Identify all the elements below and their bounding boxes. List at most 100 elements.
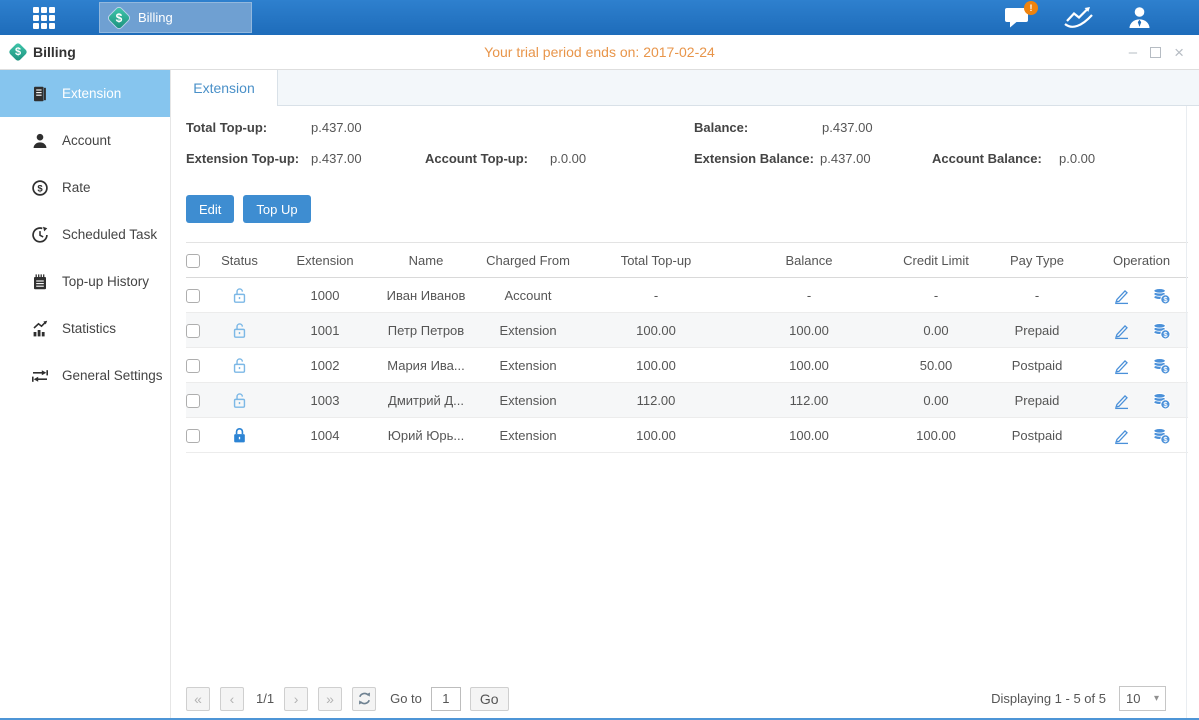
edit-row-icon[interactable] [1112, 391, 1131, 410]
sidebar-item-label: Extension [62, 86, 121, 101]
top-up-button[interactable]: Top Up [243, 195, 310, 223]
top-up-row-icon[interactable]: $ [1151, 286, 1171, 305]
general-settings-icon [31, 367, 49, 385]
reports-chart-icon[interactable] [1063, 5, 1094, 30]
taskbar-tab-label: Billing [138, 10, 173, 25]
extension-topup-label: Extension Top-up: [186, 151, 299, 166]
sidebar: Extension Account $ Rate [0, 70, 171, 718]
refresh-button[interactable] [352, 687, 376, 711]
refresh-icon [356, 690, 373, 707]
status-lock-icon [230, 286, 249, 301]
cell-extension: 1003 [267, 383, 383, 418]
table-row[interactable]: 1000 Иван Иванов Account - - - - [186, 278, 1188, 313]
cell-charged-from: Extension [469, 383, 587, 418]
sidebar-item-topup-history[interactable]: Top-up History [0, 258, 170, 305]
sidebar-item-label: Account [62, 133, 111, 148]
notifications-icon[interactable]: ! [1004, 6, 1031, 29]
cell-name: Мария Ива... [383, 348, 469, 383]
page-indicator: 1/1 [256, 691, 274, 706]
table-row[interactable]: 1001 Петр Петров Extension 100.00 100.00… [186, 313, 1188, 348]
taskbar: $ Billing ! [0, 0, 1199, 35]
top-up-row-icon[interactable]: $ [1151, 321, 1171, 340]
table-header-row: Status Extension Name Charged From Total… [186, 243, 1188, 278]
edit-row-icon[interactable] [1112, 356, 1131, 375]
cell-credit-limit: 0.00 [893, 383, 979, 418]
minimize-icon[interactable]: – [1129, 45, 1137, 60]
edit-row-icon[interactable] [1112, 321, 1131, 340]
next-page-button[interactable]: › [284, 687, 308, 711]
pagination-bar: « ‹ 1/1 › » Go to Go Displaying [186, 686, 1166, 711]
sidebar-item-label: General Settings [62, 368, 163, 383]
table-row[interactable]: 1002 Мария Ива... Extension 100.00 100.0… [186, 348, 1188, 383]
cell-extension: 1001 [267, 313, 383, 348]
col-operation: Operation [1095, 243, 1188, 278]
cell-balance: - [725, 278, 893, 313]
cell-total-topup: 100.00 [587, 348, 725, 383]
user-account-icon[interactable] [1126, 4, 1153, 31]
total-topup-value: p.437.00 [311, 120, 362, 135]
account-topup-value: p.0.00 [550, 151, 586, 166]
col-credit-limit: Credit Limit [893, 243, 979, 278]
row-checkbox[interactable] [186, 394, 200, 408]
edit-button[interactable]: Edit [186, 195, 234, 223]
content-right-border [1186, 106, 1187, 718]
cell-balance: 100.00 [725, 418, 893, 453]
first-page-button[interactable]: « [186, 687, 210, 711]
app-launcher-icon[interactable] [33, 7, 55, 29]
cell-charged-from: Extension [469, 348, 587, 383]
top-up-row-icon[interactable]: $ [1151, 391, 1171, 410]
top-up-row-icon[interactable]: $ [1151, 356, 1171, 375]
row-checkbox[interactable] [186, 359, 200, 373]
sidebar-item-statistics[interactable]: Statistics [0, 305, 170, 352]
prev-page-button[interactable]: ‹ [220, 687, 244, 711]
taskbar-right-icons: ! [1004, 4, 1153, 31]
account-icon [31, 132, 49, 150]
balance-label: Balance: [694, 120, 748, 135]
last-page-button[interactable]: » [318, 687, 342, 711]
select-all-checkbox[interactable] [186, 254, 200, 268]
goto-page-input[interactable] [431, 687, 461, 711]
cell-total-topup: 100.00 [587, 418, 725, 453]
top-up-row-icon[interactable]: $ [1151, 426, 1171, 445]
cell-total-topup: 112.00 [587, 383, 725, 418]
extension-icon [31, 85, 49, 103]
col-total-topup: Total Top-up [587, 243, 725, 278]
status-lock-icon [230, 321, 249, 336]
cell-charged-from: Extension [469, 313, 587, 348]
sidebar-item-rate[interactable]: $ Rate [0, 164, 170, 211]
goto-label: Go to [390, 691, 422, 706]
account-topup-label: Account Top-up: [425, 151, 528, 166]
cell-charged-from: Extension [469, 418, 587, 453]
sidebar-item-scheduled-task[interactable]: Scheduled Task [0, 211, 170, 258]
edit-row-icon[interactable] [1112, 286, 1131, 305]
page-size-select[interactable]: 10 ▾ [1119, 686, 1166, 711]
table-row[interactable]: 1003 Дмитрий Д... Extension 112.00 112.0… [186, 383, 1188, 418]
cell-balance: 112.00 [725, 383, 893, 418]
close-icon[interactable]: × [1174, 44, 1184, 61]
sidebar-item-label: Statistics [62, 321, 116, 336]
col-pay-type: Pay Type [979, 243, 1095, 278]
taskbar-billing-tab[interactable]: $ Billing [99, 2, 252, 33]
tab-extension[interactable]: Extension [171, 70, 278, 106]
row-checkbox[interactable] [186, 289, 200, 303]
table-row[interactable]: 1004 Юрий Юрь... Extension 100.00 100.00… [186, 418, 1188, 453]
status-lock-icon [230, 391, 249, 406]
cell-name: Дмитрий Д... [383, 383, 469, 418]
row-checkbox[interactable] [186, 324, 200, 338]
trial-notice: Your trial period ends on: 2017-02-24 [0, 44, 1199, 60]
account-balance-value: p.0.00 [1059, 151, 1095, 166]
col-extension: Extension [267, 243, 383, 278]
cell-name: Юрий Юрь... [383, 418, 469, 453]
topup-history-icon [31, 273, 49, 291]
sidebar-item-account[interactable]: Account [0, 117, 170, 164]
edit-row-icon[interactable] [1112, 426, 1131, 445]
billing-diamond-icon: $ [109, 8, 129, 28]
sidebar-item-extension[interactable]: Extension [0, 70, 170, 117]
maximize-icon[interactable] [1150, 47, 1161, 58]
sidebar-item-label: Scheduled Task [62, 227, 157, 242]
sidebar-item-general-settings[interactable]: General Settings [0, 352, 170, 399]
summary-panel: Total Top-up: p.437.00 Balance: p.437.00… [171, 106, 1199, 181]
row-checkbox[interactable] [186, 429, 200, 443]
go-button[interactable]: Go [470, 687, 509, 711]
notification-badge: ! [1024, 1, 1038, 15]
